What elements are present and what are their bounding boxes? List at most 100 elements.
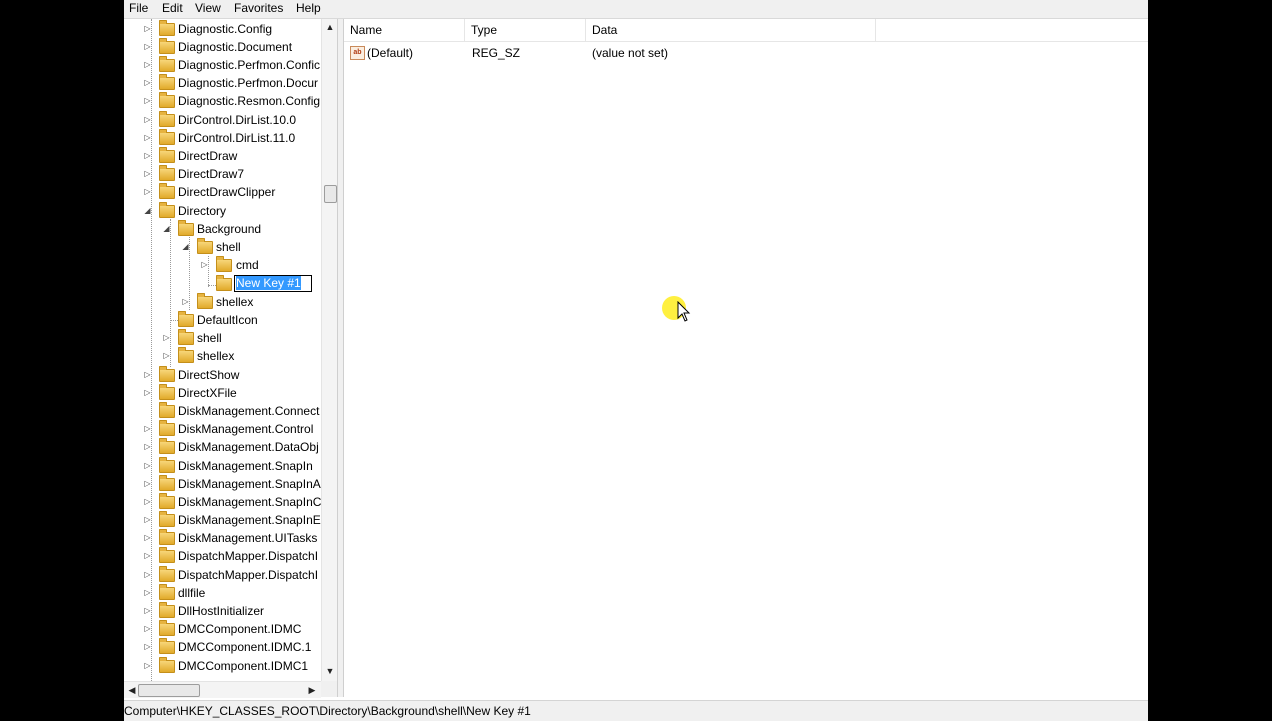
expand-arrow-icon[interactable]: ▷ bbox=[162, 333, 171, 342]
tree-item[interactable]: ▷ DirectDraw7 bbox=[124, 165, 324, 183]
tree-item[interactable]: ▷ Diagnostic.Perfmon.Docur bbox=[124, 74, 324, 92]
tree-item[interactable]: ▷ DiskManagement.SnapInA bbox=[124, 475, 324, 493]
collapse-arrow-icon[interactable]: ◢ bbox=[181, 242, 190, 251]
expand-arrow-icon[interactable]: ▷ bbox=[143, 42, 152, 51]
tree-item[interactable]: ▷ DispatchMapper.DispatchI bbox=[124, 547, 324, 565]
key-tree[interactable]: ▷ Diagnostic.Config ▷ Diagnostic.Documen… bbox=[124, 19, 337, 681]
expand-arrow-icon[interactable]: ▷ bbox=[143, 60, 152, 69]
expand-arrow-icon[interactable]: ▷ bbox=[143, 479, 152, 488]
expand-arrow-icon[interactable]: ▷ bbox=[143, 424, 152, 433]
tree-item-directory[interactable]: ◢ Directory bbox=[124, 202, 324, 220]
tree-item[interactable]: ▷ DllHostInitializer bbox=[124, 602, 324, 620]
tree-item[interactable]: ▷ DiskManagement.Control bbox=[124, 420, 324, 438]
tree-item[interactable]: ▷ DispatchMapper.DispatchI bbox=[124, 566, 324, 584]
collapse-arrow-icon[interactable]: ◢ bbox=[162, 224, 171, 233]
pane-splitter[interactable] bbox=[337, 19, 344, 697]
tree-item[interactable]: ▷ dllfile bbox=[124, 584, 324, 602]
expand-arrow-icon[interactable]: ▷ bbox=[143, 442, 152, 451]
expand-arrow-icon[interactable]: ▷ bbox=[143, 169, 152, 178]
column-header-name[interactable]: Name bbox=[344, 19, 465, 41]
tree-item[interactable]: ▷ DiskManagement.SnapInE bbox=[124, 511, 324, 529]
tree-item[interactable]: ▷ shellex bbox=[124, 347, 324, 365]
menu-edit[interactable]: Edit bbox=[162, 1, 183, 16]
menu-favorites[interactable]: Favorites bbox=[234, 1, 283, 16]
tree-item-new-key[interactable]: New Key #1 bbox=[124, 275, 324, 293]
column-header-data[interactable]: Data bbox=[586, 19, 876, 41]
tree-item[interactable]: ▷ Diagnostic.Document bbox=[124, 38, 324, 56]
tree-item[interactable]: DiskManagement.Connect bbox=[124, 402, 324, 420]
tree-horizontal-scrollbar[interactable]: ◀ ▶ bbox=[124, 681, 321, 698]
tree-vertical-scrollbar[interactable]: ▲ ▼ bbox=[321, 19, 338, 681]
expand-arrow-icon[interactable]: ▷ bbox=[143, 497, 152, 506]
expand-arrow-icon[interactable]: ▷ bbox=[143, 151, 152, 160]
expand-arrow-icon[interactable]: ▷ bbox=[143, 388, 152, 397]
expand-arrow-icon[interactable]: ▷ bbox=[143, 570, 152, 579]
expand-arrow-icon[interactable]: ▷ bbox=[143, 461, 152, 470]
rename-key-input[interactable]: New Key #1 bbox=[234, 275, 312, 292]
folder-icon bbox=[159, 111, 175, 127]
menu-view[interactable]: View bbox=[195, 1, 221, 16]
expand-arrow-icon[interactable]: ▷ bbox=[200, 260, 209, 269]
expand-arrow-icon[interactable]: ▷ bbox=[143, 78, 152, 87]
expand-arrow-icon[interactable]: ▷ bbox=[143, 606, 152, 615]
scroll-up-arrow-icon[interactable]: ▲ bbox=[322, 19, 338, 35]
horizontal-scroll-thumb[interactable] bbox=[138, 684, 200, 697]
tree-item[interactable]: ▷ Diagnostic.Config bbox=[124, 20, 324, 38]
tree-item-label: DiskManagement.Control bbox=[178, 422, 314, 436]
tree-item[interactable]: ▷ DMCComponent.IDMC bbox=[124, 620, 324, 638]
tree-item[interactable]: ▷ Diagnostic.Perfmon.Confic bbox=[124, 56, 324, 74]
vertical-scroll-thumb[interactable] bbox=[324, 185, 337, 203]
tree-item-label: cmd bbox=[236, 258, 259, 272]
folder-icon bbox=[159, 92, 175, 108]
tree-item-label: DirectDraw bbox=[178, 149, 238, 163]
expand-arrow-icon[interactable]: ▷ bbox=[143, 370, 152, 379]
expand-arrow-icon[interactable]: ▷ bbox=[143, 115, 152, 124]
expand-arrow-icon[interactable]: ▷ bbox=[143, 642, 152, 651]
expand-arrow-icon[interactable]: ▷ bbox=[162, 351, 171, 360]
tree-item[interactable]: ▷ DiskManagement.UITasks bbox=[124, 529, 324, 547]
tree-item[interactable]: ▷ DMCComponent.IDMC1 bbox=[124, 657, 324, 675]
menu-help[interactable]: Help bbox=[296, 1, 321, 16]
expand-arrow-icon[interactable]: ▷ bbox=[143, 624, 152, 633]
tree-item[interactable]: ▷ DirectShow bbox=[124, 366, 324, 384]
tree-item[interactable]: ▷ Diagnostic.Resmon.Config bbox=[124, 92, 324, 110]
folder-icon bbox=[159, 602, 175, 618]
expand-arrow-icon[interactable]: ▷ bbox=[143, 661, 152, 670]
folder-icon bbox=[159, 420, 175, 436]
expand-arrow-icon[interactable]: ▷ bbox=[143, 588, 152, 597]
tree-item-shell[interactable]: ◢ shell bbox=[124, 238, 324, 256]
folder-icon bbox=[216, 275, 232, 291]
tree-item-label: shellex bbox=[197, 349, 235, 363]
collapse-arrow-icon[interactable]: ◢ bbox=[143, 206, 152, 215]
folder-icon bbox=[159, 638, 175, 654]
tree-item[interactable]: ▷ DiskManagement.SnapInC bbox=[124, 493, 324, 511]
tree-item[interactable]: ▷ shell bbox=[124, 329, 324, 347]
expand-arrow-icon[interactable]: ▷ bbox=[143, 515, 152, 524]
scroll-down-arrow-icon[interactable]: ▼ bbox=[322, 663, 338, 679]
tree-item[interactable]: ▷ DMCComponent.IDMC.1 bbox=[124, 638, 324, 656]
tree-item-background[interactable]: ◢ Background bbox=[124, 220, 324, 238]
expand-arrow-icon[interactable]: ▷ bbox=[143, 24, 152, 33]
tree-item-shellex[interactable]: ▷ shellex bbox=[124, 293, 324, 311]
tree-item[interactable]: ▷ DirectDraw bbox=[124, 147, 324, 165]
expand-arrow-icon[interactable]: ▷ bbox=[181, 297, 190, 306]
expand-arrow-icon[interactable]: ▷ bbox=[143, 133, 152, 142]
expand-arrow-icon[interactable]: ▷ bbox=[143, 533, 152, 542]
expand-arrow-icon[interactable]: ▷ bbox=[143, 96, 152, 105]
tree-item[interactable]: ▷ DiskManagement.SnapIn bbox=[124, 457, 324, 475]
column-header-type[interactable]: Type bbox=[465, 19, 586, 41]
folder-icon bbox=[159, 384, 175, 400]
expand-arrow-icon[interactable]: ▷ bbox=[143, 187, 152, 196]
tree-item[interactable]: ▷ DirectXFile bbox=[124, 384, 324, 402]
tree-item[interactable]: ▷ DirControl.DirList.10.0 bbox=[124, 111, 324, 129]
values-list[interactable]: Name Type Data ab (Default) REG_SZ (valu… bbox=[344, 19, 1148, 697]
tree-item[interactable]: ▷ DirControl.DirList.11.0 bbox=[124, 129, 324, 147]
tree-item[interactable]: ▷ DiskManagement.DataObj bbox=[124, 438, 324, 456]
tree-item-cmd[interactable]: ▷ cmd bbox=[124, 256, 324, 274]
tree-item-defaulticon[interactable]: DefaultIcon bbox=[124, 311, 324, 329]
menu-file[interactable]: File bbox=[129, 1, 148, 16]
scroll-right-arrow-icon[interactable]: ▶ bbox=[304, 682, 320, 698]
expand-arrow-icon[interactable]: ▷ bbox=[143, 551, 152, 560]
tree-item[interactable]: ▷ DirectDrawClipper bbox=[124, 183, 324, 201]
value-row[interactable]: ab (Default) REG_SZ (value not set) bbox=[344, 44, 1148, 62]
